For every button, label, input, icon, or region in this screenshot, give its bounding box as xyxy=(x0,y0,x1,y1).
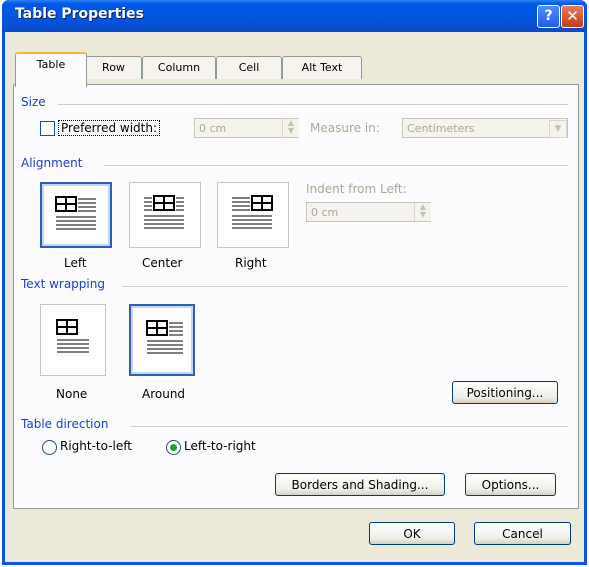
size-group-label: Size xyxy=(21,95,51,109)
borders-shading-button[interactable]: Borders and Shading... xyxy=(275,473,445,496)
preferred-width-label: Preferred width: xyxy=(58,120,161,136)
direction-divider xyxy=(131,426,568,427)
title-bar[interactable]: Table Properties ? ✕ xyxy=(2,0,587,32)
dialog-window: Table Properties ? ✕ Table Row Column Ce… xyxy=(2,0,587,565)
size-divider xyxy=(58,104,568,105)
wrap-around-option[interactable] xyxy=(129,304,195,376)
wrap-none-icon xyxy=(56,319,89,353)
align-center-icon xyxy=(144,195,184,229)
tab-table[interactable]: Table xyxy=(15,52,87,87)
left-to-right-label: Left-to-right xyxy=(184,439,256,453)
align-right-option[interactable] xyxy=(217,182,289,248)
wrapping-group-label: Text wrapping xyxy=(21,277,110,291)
align-right-label: Right xyxy=(235,256,267,270)
wrap-around-label: Around xyxy=(142,387,186,401)
align-left-label: Left xyxy=(64,256,87,270)
dialog-title: Table Properties xyxy=(15,6,144,22)
align-left-icon xyxy=(55,196,96,230)
preferred-width-value: 0 cm xyxy=(199,122,227,135)
options-button[interactable]: Options... xyxy=(465,473,556,496)
radio-selected-dot xyxy=(170,444,177,451)
wrap-none-label: None xyxy=(56,387,88,401)
align-center-label: Center xyxy=(142,256,183,270)
chevron-down-icon[interactable]: ▼ xyxy=(549,120,567,138)
measure-in-value: Centimeters xyxy=(407,122,475,135)
alignment-divider xyxy=(104,165,568,166)
wrapping-divider xyxy=(122,286,568,287)
tab-column[interactable]: Column xyxy=(142,56,216,79)
indent-spinner[interactable]: ▲ ▼ xyxy=(414,203,431,221)
right-to-left-label: Right-to-left xyxy=(60,439,132,453)
indent-from-left-field[interactable]: 0 cm xyxy=(306,202,431,222)
measure-in-label: Measure in: xyxy=(310,121,380,135)
measure-in-dropdown[interactable]: Centimeters xyxy=(402,118,568,138)
dialog-body: Table Row Column Cell Alt Text Size Pref… xyxy=(5,32,584,562)
cancel-button[interactable]: Cancel xyxy=(474,522,571,545)
indent-from-left-value: 0 cm xyxy=(311,206,339,219)
positioning-button[interactable]: Positioning... xyxy=(452,381,558,404)
ok-button[interactable]: OK xyxy=(369,522,455,545)
close-button[interactable]: ✕ xyxy=(561,5,584,28)
help-button[interactable]: ? xyxy=(537,5,560,28)
wrap-none-option[interactable] xyxy=(40,304,106,376)
tab-row[interactable]: Row xyxy=(85,56,142,79)
preferred-width-spinner[interactable]: ▲ ▼ xyxy=(282,119,299,137)
align-right-icon xyxy=(232,195,273,229)
tab-cell[interactable]: Cell xyxy=(216,56,282,79)
preferred-width-checkbox[interactable] xyxy=(40,121,55,136)
tab-panel: Size Preferred width: 0 cm ▲ ▼ Measure in… xyxy=(13,84,579,509)
wrap-around-icon xyxy=(146,320,183,354)
left-to-right-radio[interactable] xyxy=(166,440,181,455)
indent-from-left-label: Indent from Left: xyxy=(306,182,407,196)
align-left-option[interactable] xyxy=(40,182,112,248)
alignment-group-label: Alignment xyxy=(21,156,88,170)
tab-alt-text[interactable]: Alt Text xyxy=(282,56,362,79)
right-to-left-radio[interactable] xyxy=(42,440,57,455)
align-center-option[interactable] xyxy=(129,182,201,248)
direction-group-label: Table direction xyxy=(21,417,114,431)
